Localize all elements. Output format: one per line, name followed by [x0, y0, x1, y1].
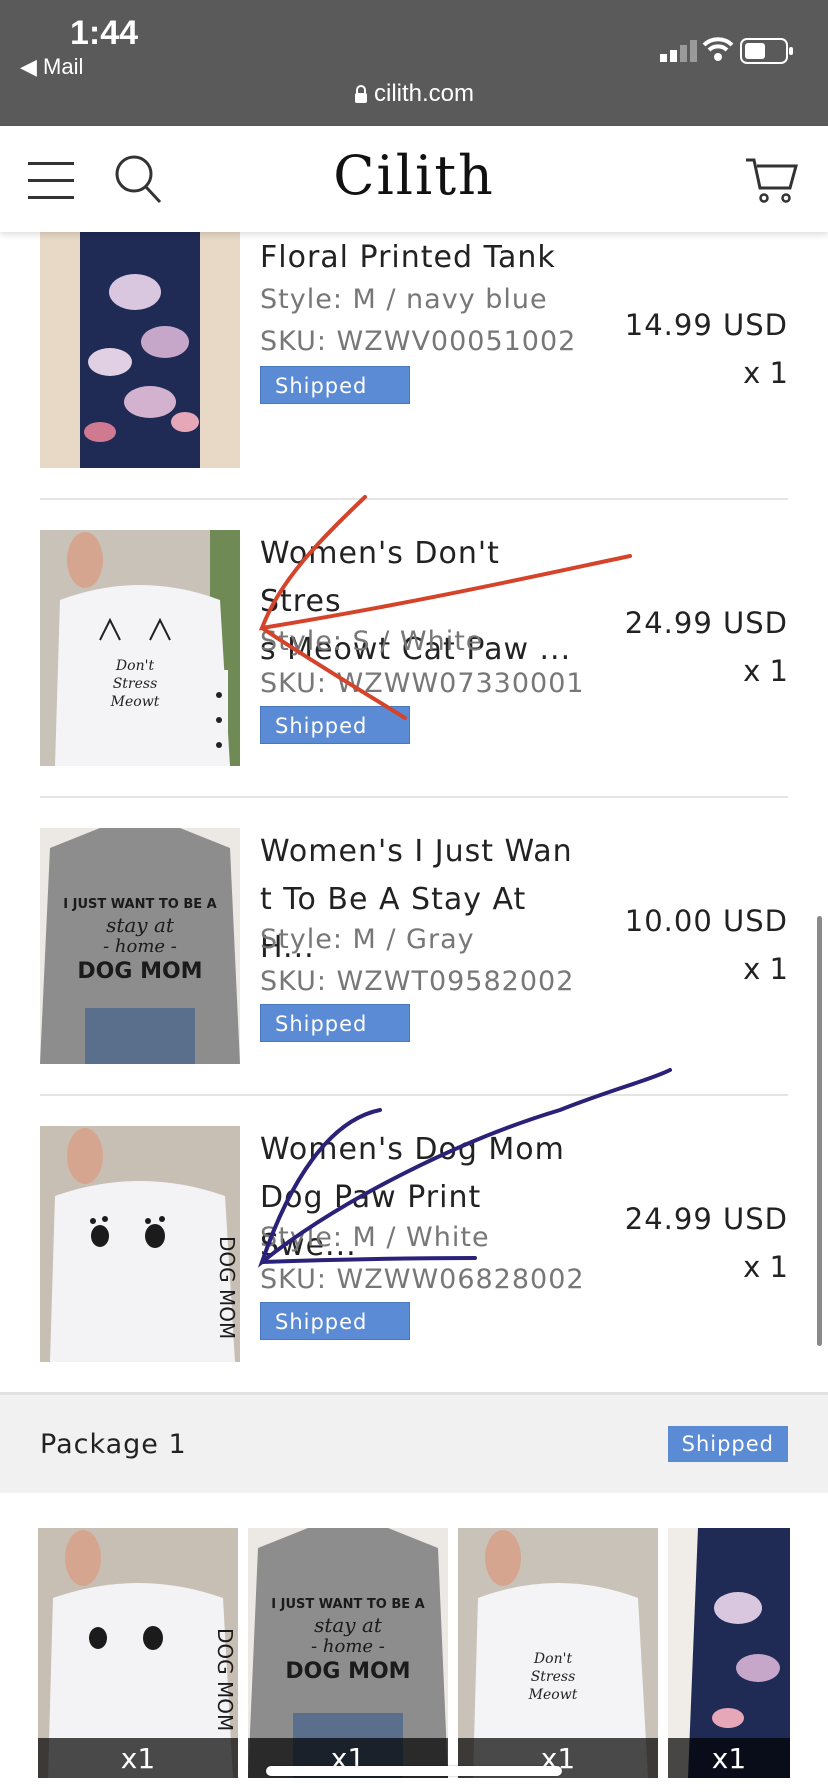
product-sku: SKU: WZWW07330001 — [260, 668, 585, 699]
product-image-dog-mom-tee[interactable]: I JUST WANT TO BE A stay at - home - DOG… — [40, 828, 240, 1064]
order-item[interactable]: I JUST WANT TO BE A stay at - home - DOG… — [40, 828, 788, 1088]
package-thumb-qty: x1 — [668, 1738, 790, 1778]
product-name[interactable]: Floral Printed Tank — [260, 234, 580, 282]
svg-text:DOG MOM: DOG MOM — [285, 1659, 410, 1684]
order-item[interactable]: Floral Printed Tank Style: M / navy blue… — [40, 232, 788, 492]
product-qty: x 1 — [743, 1250, 788, 1284]
order-item[interactable]: DOG MOM Women's Dog Mom Dog Paw Print Sw… — [40, 1126, 788, 1386]
clock: 1:44 — [70, 14, 139, 52]
url-bar[interactable]: cilith.com — [0, 80, 828, 108]
package-thumb[interactable]: DOG MOM x1 — [38, 1528, 238, 1778]
url-text: cilith.com — [373, 80, 475, 107]
site-header: Cilith — [0, 126, 828, 232]
svg-text:DOG MOM: DOG MOM — [77, 959, 202, 984]
status-badge: Shipped — [260, 706, 410, 744]
site-logo[interactable]: Cilith — [0, 144, 828, 207]
package-status-badge: Shipped — [667, 1426, 788, 1462]
wifi-icon — [702, 37, 734, 61]
home-indicator[interactable] — [266, 1766, 562, 1776]
product-style: Style: M / White — [260, 1222, 490, 1253]
product-sku: SKU: WZWT09582002 — [260, 966, 575, 997]
cart-icon[interactable] — [744, 156, 798, 204]
status-badge: Shipped — [260, 366, 410, 404]
signal-icon — [660, 40, 697, 62]
product-sku: SKU: WZWV00051002 — [260, 326, 577, 357]
svg-text:Don't: Don't — [115, 658, 155, 674]
product-price: 10.00 USD — [624, 904, 788, 938]
product-image-dog-paw-sweatshirt[interactable]: DOG MOM — [40, 1126, 240, 1362]
svg-text:DOG MOM: DOG MOM — [215, 1236, 239, 1339]
product-style: Style: M / navy blue — [260, 284, 548, 315]
svg-text:stay at: stay at — [314, 1613, 383, 1637]
back-to-mail-link[interactable]: ◀ Mail — [20, 54, 83, 80]
svg-text:Stress: Stress — [531, 1669, 576, 1685]
divider — [40, 1094, 788, 1096]
package-thumb-qty: x1 — [38, 1738, 238, 1778]
status-badge: Shipped — [260, 1004, 410, 1042]
product-price: 24.99 USD — [624, 606, 788, 640]
svg-text:Don't: Don't — [533, 1651, 573, 1667]
product-sku: SKU: WZWW06828002 — [260, 1264, 585, 1295]
svg-text:- home -: - home - — [103, 936, 177, 957]
product-qty: x 1 — [743, 356, 788, 390]
product-image-meowt-hoodie[interactable]: Don't Stress Meowt — [40, 530, 240, 766]
lock-icon — [354, 85, 367, 103]
package-thumb[interactable]: x1 — [668, 1528, 790, 1778]
battery-icon — [740, 38, 793, 64]
svg-text:I JUST WANT TO BE A: I JUST WANT TO BE A — [271, 1597, 424, 1612]
svg-text:Meowt: Meowt — [110, 694, 160, 710]
package-header[interactable]: Package 1 Shipped — [0, 1392, 828, 1493]
svg-text:Meowt: Meowt — [528, 1687, 578, 1703]
divider — [40, 498, 788, 500]
product-image-floral-tank[interactable] — [40, 232, 240, 468]
product-name-line1: Women's Don't Stres — [260, 536, 500, 619]
svg-text:DOG MOM: DOG MOM — [213, 1628, 237, 1731]
package-thumb[interactable]: Don't Stress Meowt x1 — [458, 1528, 658, 1778]
divider — [40, 796, 788, 798]
svg-text:stay at: stay at — [106, 913, 175, 937]
product-style: Style: M / Gray — [260, 924, 475, 955]
product-name-line1: Women's I Just Wan — [260, 834, 573, 869]
scrollbar[interactable] — [817, 916, 822, 1346]
product-price: 14.99 USD — [624, 308, 788, 342]
package-title: Package 1 — [40, 1429, 187, 1460]
svg-text:I JUST WANT TO BE A: I JUST WANT TO BE A — [63, 897, 216, 912]
order-item[interactable]: Don't Stress Meowt Women's Don't Stres s… — [40, 530, 788, 790]
product-qty: x 1 — [743, 952, 788, 986]
product-name-line1: Women's Dog Mom — [260, 1132, 565, 1167]
product-qty: x 1 — [743, 654, 788, 688]
svg-text:Stress: Stress — [113, 676, 158, 692]
product-style: Style: S / White — [260, 626, 484, 657]
package-thumb[interactable]: I JUST WANT TO BE A stay at - home - DOG… — [248, 1528, 448, 1778]
status-badge: Shipped — [260, 1302, 410, 1340]
status-bar: 1:44 ◀ Mail cilith.com — [0, 0, 828, 126]
svg-text:- home -: - home - — [311, 1636, 385, 1657]
product-price: 24.99 USD — [624, 1202, 788, 1236]
